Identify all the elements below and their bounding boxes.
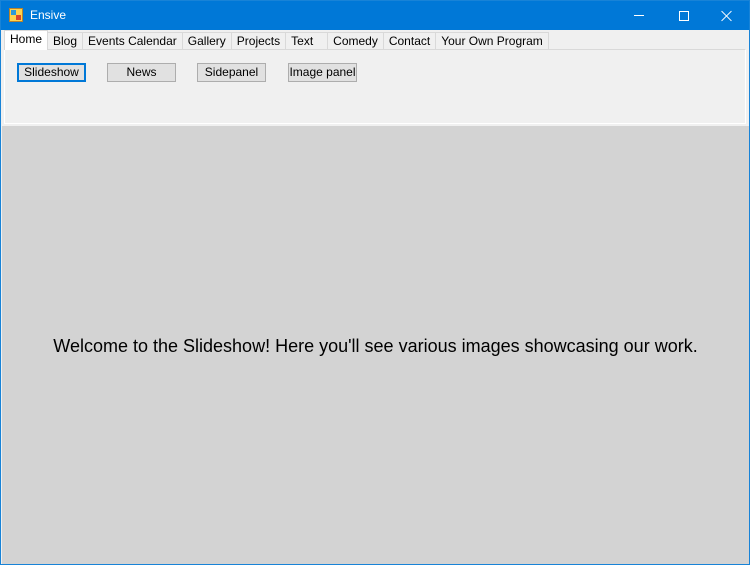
welcome-message: Welcome to the Slideshow! Here you'll se… <box>53 336 698 356</box>
home-tab-page: Slideshow News Sidepanel Image panel <box>4 49 746 124</box>
minimize-button[interactable] <box>616 1 661 30</box>
tab-blog[interactable]: Blog <box>47 32 84 50</box>
tab-strip: Home Blog Events Calendar Gallery Projec… <box>4 30 549 50</box>
app-window: Ensive Home Blog Events Calendar Gallery… <box>0 0 750 565</box>
image-panel-button[interactable]: Image panel <box>288 63 357 82</box>
maximize-button[interactable] <box>661 1 706 30</box>
tab-contact[interactable]: Contact <box>382 32 437 50</box>
app-icon[interactable] <box>9 8 23 22</box>
maximize-icon <box>678 10 689 21</box>
tab-home[interactable]: Home <box>4 30 49 50</box>
tab-text[interactable]: Text <box>285 32 329 50</box>
window-title: Ensive <box>30 8 67 22</box>
tab-gallery[interactable]: Gallery <box>181 32 232 50</box>
tab-events-calendar[interactable]: Events Calendar <box>82 32 183 50</box>
content-panel: Welcome to the Slideshow! Here you'll se… <box>2 126 749 564</box>
sidepanel-button[interactable]: Sidepanel <box>197 63 266 82</box>
minimize-icon <box>633 15 644 16</box>
tab-comedy[interactable]: Comedy <box>327 32 384 50</box>
close-button[interactable] <box>704 1 749 30</box>
tab-projects[interactable]: Projects <box>230 32 287 50</box>
news-button[interactable]: News <box>107 63 176 82</box>
slideshow-button[interactable]: Slideshow <box>17 63 86 82</box>
title-bar[interactable]: Ensive <box>1 1 749 30</box>
close-icon <box>721 10 733 22</box>
tab-your-own-program[interactable]: Your Own Program <box>435 32 549 50</box>
